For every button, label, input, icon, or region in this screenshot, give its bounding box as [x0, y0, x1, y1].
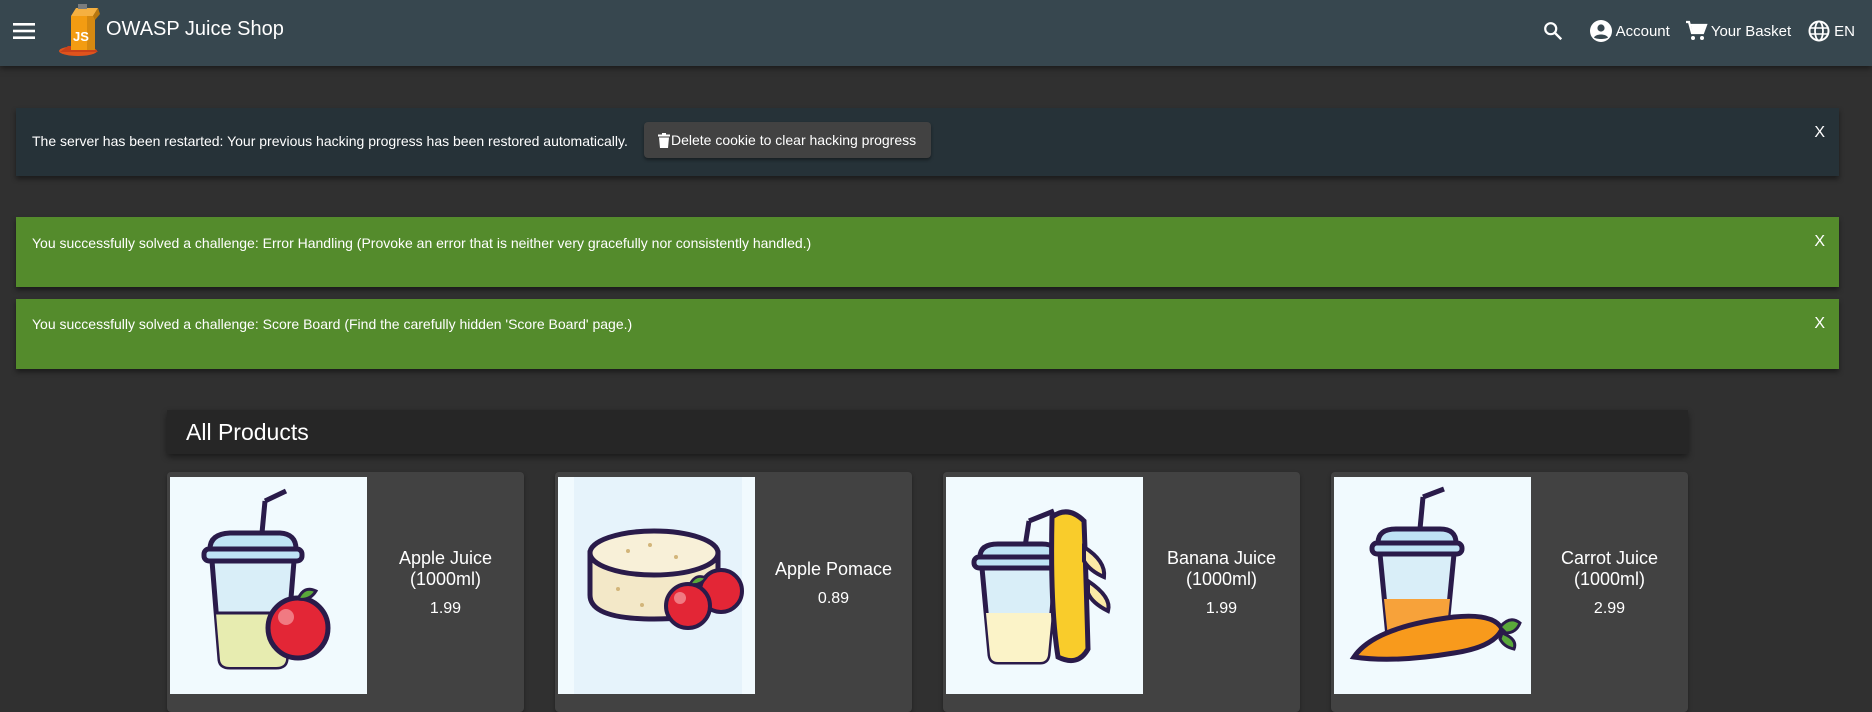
- product-info: Apple Juice (1000ml) 1.99: [367, 472, 524, 694]
- product-name: Apple Pomace: [774, 558, 893, 579]
- globe-icon: [1808, 20, 1830, 42]
- app-title: OWASP Juice Shop: [106, 18, 284, 40]
- product-image-carrot-juice: [1334, 477, 1531, 694]
- product-price: 1.99: [429, 600, 462, 617]
- product-name: Carrot Juice (1000ml): [1560, 548, 1659, 589]
- restart-message: The server has been restarted: Your prev…: [32, 133, 628, 149]
- server-restart-notification: The server has been restarted: Your prev…: [16, 108, 1839, 176]
- product-name: Apple Juice (1000ml): [398, 548, 493, 589]
- close-challenge-notification-button[interactable]: X: [1814, 233, 1825, 251]
- product-price: 2.99: [1593, 600, 1626, 617]
- account-button[interactable]: Account: [1589, 19, 1670, 43]
- product-card-banana-juice[interactable]: Banana Juice (1000ml) 1.99: [943, 472, 1300, 712]
- product-card-apple-pomace[interactable]: Apple Pomace 0.89: [555, 472, 912, 712]
- product-card-carrot-juice[interactable]: Carrot Juice (1000ml) 2.99: [1331, 472, 1688, 712]
- logo-text: JS: [73, 29, 89, 44]
- language-label: EN: [1834, 22, 1855, 40]
- product-price: 0.89: [817, 589, 850, 607]
- challenge-solved-notification: You successfully solved a challenge: Sco…: [16, 299, 1839, 369]
- search-button[interactable]: [1542, 20, 1567, 42]
- product-image-apple-pomace: [558, 477, 755, 694]
- basket-label: Your Basket: [1710, 22, 1792, 40]
- product-card-apple-juice[interactable]: Apple Juice (1000ml) 1.99: [167, 472, 524, 712]
- product-image-banana-juice: [946, 477, 1143, 694]
- search-icon: [1543, 22, 1562, 41]
- language-button[interactable]: EN: [1807, 19, 1855, 43]
- challenge-message: You successfully solved a challenge: Sco…: [32, 316, 633, 332]
- challenge-solved-notification: You successfully solved a challenge: Err…: [16, 217, 1839, 287]
- shopping-cart-icon: [1685, 20, 1708, 40]
- account-circle-icon: [1589, 20, 1612, 42]
- products-heading-bar: All Products: [167, 410, 1688, 454]
- delete-cookie-button[interactable]: Delete cookie to clear hacking progress: [644, 122, 932, 158]
- account-label: Account: [1615, 22, 1670, 40]
- product-image-apple-juice: [170, 477, 367, 694]
- product-name: Banana Juice (1000ml): [1166, 548, 1277, 589]
- close-challenge-notification-button[interactable]: X: [1814, 315, 1825, 333]
- top-toolbar: JS OWASP Juice Shop Account Your Basket …: [0, 0, 1872, 66]
- toolbar-actions: Account Your Basket EN: [1542, 0, 1872, 62]
- product-info: Carrot Juice (1000ml) 2.99: [1531, 472, 1688, 694]
- product-info: Banana Juice (1000ml) 1.99: [1143, 472, 1300, 694]
- challenge-message: You successfully solved a challenge: Err…: [32, 235, 812, 251]
- product-price: 1.99: [1205, 600, 1238, 617]
- menu-icon[interactable]: [10, 15, 38, 47]
- juice-shop-logo-icon[interactable]: JS: [56, 4, 106, 58]
- basket-button[interactable]: Your Basket: [1684, 19, 1791, 43]
- page-title: All Products: [186, 419, 309, 445]
- trash-icon: [658, 132, 670, 148]
- close-restart-notification-button[interactable]: X: [1814, 124, 1825, 142]
- product-info: Apple Pomace 0.89: [755, 472, 912, 694]
- delete-cookie-label: Delete cookie to clear hacking progress: [671, 132, 917, 148]
